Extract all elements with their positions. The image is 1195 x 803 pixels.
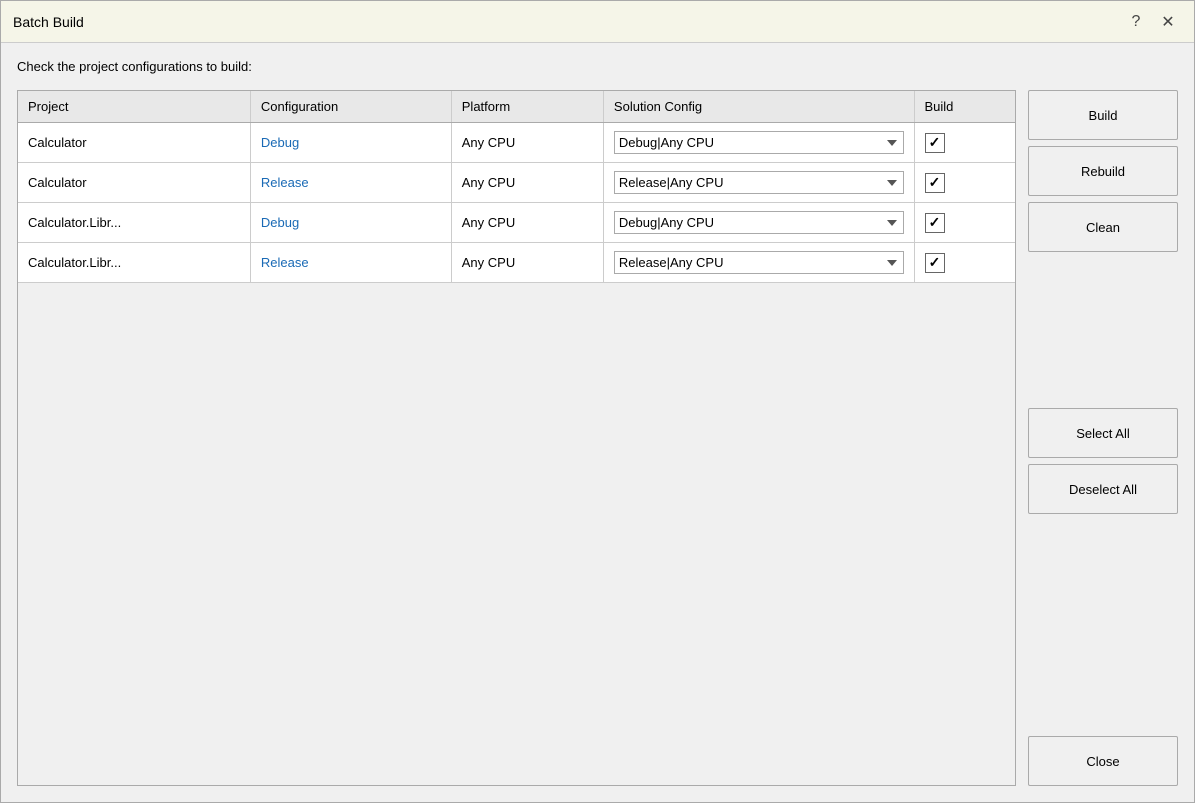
projects-table: Project Configuration Platform Solution …	[18, 91, 1015, 283]
cell-platform: Any CPU	[451, 243, 603, 283]
table-empty-area	[18, 283, 1015, 785]
help-button[interactable]: ?	[1122, 8, 1150, 36]
buttons-panel: Build Rebuild Clean Select All Deselect …	[1028, 90, 1178, 786]
cell-platform: Any CPU	[451, 123, 603, 163]
main-area: Project Configuration Platform Solution …	[17, 90, 1178, 786]
table-row: CalculatorDebugAny CPU Debug|Any CPU	[18, 123, 1015, 163]
build-checkbox[interactable]	[925, 253, 945, 273]
close-button[interactable]: Close	[1028, 736, 1178, 786]
deselect-all-button[interactable]: Deselect All	[1028, 464, 1178, 514]
clean-button[interactable]: Clean	[1028, 202, 1178, 252]
cell-project: Calculator	[18, 123, 250, 163]
col-header-platform: Platform	[451, 91, 603, 123]
title-bar: Batch Build ? ✕	[1, 1, 1194, 43]
build-checkbox[interactable]	[925, 173, 945, 193]
cell-platform: Any CPU	[451, 163, 603, 203]
cell-solution-config[interactable]: Release|Any CPU	[603, 243, 914, 283]
table-header-row: Project Configuration Platform Solution …	[18, 91, 1015, 123]
spacer2	[1028, 520, 1178, 664]
batch-build-dialog: Batch Build ? ✕ Check the project config…	[0, 0, 1195, 803]
table-row: Calculator.Libr...ReleaseAny CPU Release|…	[18, 243, 1015, 283]
dialog-content: Check the project configurations to buil…	[1, 43, 1194, 802]
col-header-project: Project	[18, 91, 250, 123]
cell-solution-config[interactable]: Debug|Any CPU	[603, 203, 914, 243]
build-checkbox[interactable]	[925, 213, 945, 233]
cell-project: Calculator	[18, 163, 250, 203]
cell-build[interactable]	[914, 243, 1015, 283]
title-bar-right: ? ✕	[1122, 8, 1182, 36]
cell-build[interactable]	[914, 163, 1015, 203]
cell-project: Calculator.Libr...	[18, 203, 250, 243]
col-header-solution-config: Solution Config	[603, 91, 914, 123]
select-all-button[interactable]: Select All	[1028, 408, 1178, 458]
cell-solution-config[interactable]: Debug|Any CPU	[603, 123, 914, 163]
table-row: Calculator.Libr...DebugAny CPU Debug|Any …	[18, 203, 1015, 243]
cell-configuration: Release	[250, 163, 451, 203]
col-header-build: Build	[914, 91, 1015, 123]
dialog-title: Batch Build	[13, 14, 84, 30]
cell-configuration: Debug	[250, 123, 451, 163]
cell-build[interactable]	[914, 123, 1015, 163]
cell-configuration: Debug	[250, 203, 451, 243]
rebuild-button[interactable]: Rebuild	[1028, 146, 1178, 196]
spacer	[1028, 258, 1178, 402]
cell-project: Calculator.Libr...	[18, 243, 250, 283]
cell-build[interactable]	[914, 203, 1015, 243]
solution-config-select[interactable]: Debug|Any CPU	[614, 211, 904, 234]
cell-configuration: Release	[250, 243, 451, 283]
solution-config-select[interactable]: Release|Any CPU	[614, 171, 904, 194]
build-checkbox[interactable]	[925, 133, 945, 153]
description-text: Check the project configurations to buil…	[17, 59, 1178, 74]
solution-config-select[interactable]: Debug|Any CPU	[614, 131, 904, 154]
cell-platform: Any CPU	[451, 203, 603, 243]
title-bar-left: Batch Build	[13, 14, 84, 30]
table-row: CalculatorReleaseAny CPU Release|Any CPU	[18, 163, 1015, 203]
cell-solution-config[interactable]: Release|Any CPU	[603, 163, 914, 203]
solution-config-select[interactable]: Release|Any CPU	[614, 251, 904, 274]
close-window-button[interactable]: ✕	[1154, 8, 1182, 36]
table-container: Project Configuration Platform Solution …	[17, 90, 1016, 786]
bottom-spacer	[1028, 670, 1178, 730]
col-header-configuration: Configuration	[250, 91, 451, 123]
build-button[interactable]: Build	[1028, 90, 1178, 140]
